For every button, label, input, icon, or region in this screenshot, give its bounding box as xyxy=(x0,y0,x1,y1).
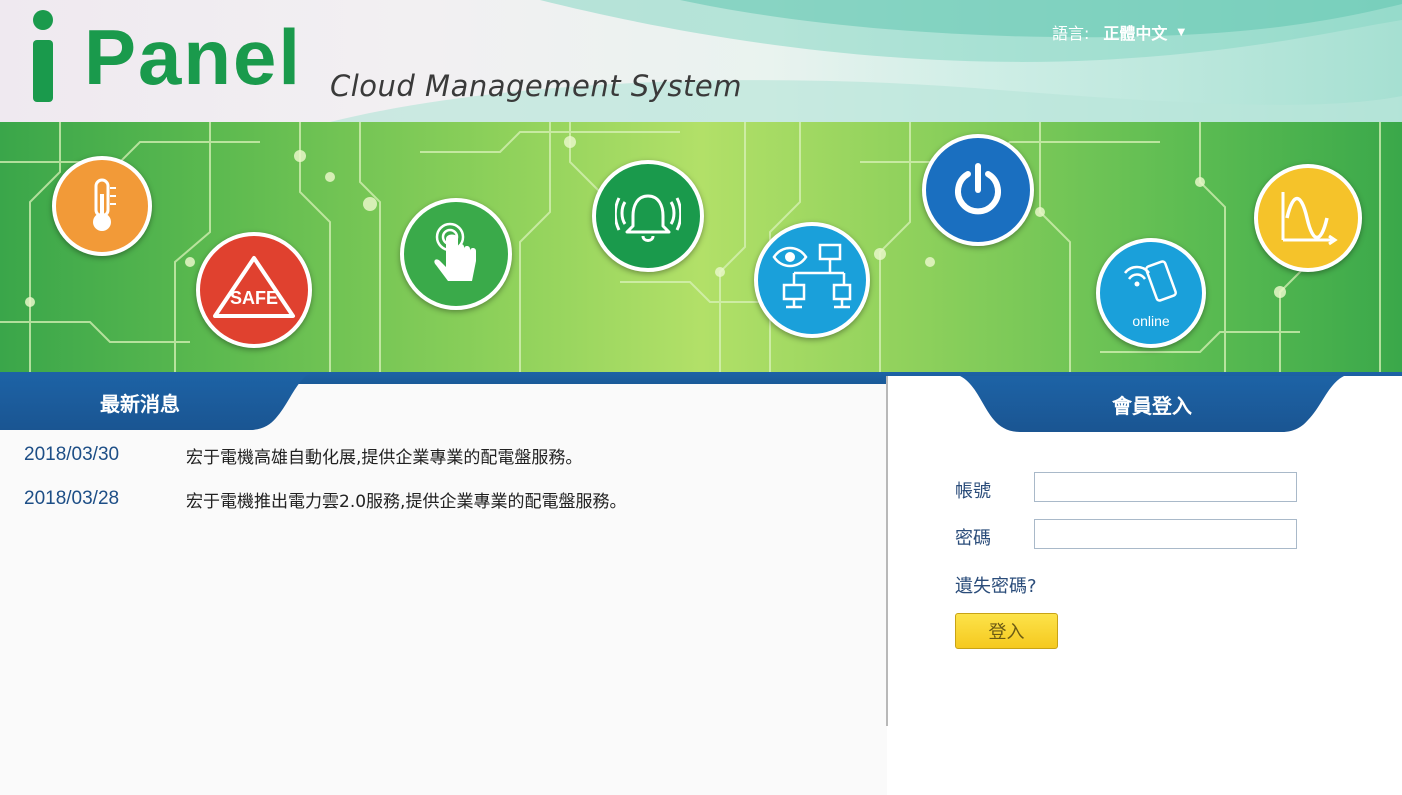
circuit-lines-decoration xyxy=(0,122,1381,372)
language-label: 語言: xyxy=(1052,24,1090,43)
password-label: 密碼 xyxy=(955,528,991,549)
hero-banner: SAFE online xyxy=(0,122,1402,372)
language-selector[interactable]: 語言: 正體中文 ▼ xyxy=(1052,20,1185,44)
thermometer-icon xyxy=(52,156,152,256)
news-date: 2018/03/30 xyxy=(24,444,120,465)
news-link[interactable]: 宏于電機推出電力雲2.0服務,提供企業專業的配電盤服務。 xyxy=(186,487,626,512)
news-title: 最新消息 xyxy=(100,392,180,416)
chevron-down-icon[interactable]: ▼ xyxy=(1177,27,1185,38)
forgot-password-link[interactable]: 遺失密碼? xyxy=(955,572,1037,598)
header: Panel Cloud Management System 語言: 正體中文 ▼ xyxy=(0,0,1402,122)
news-link[interactable]: 宏于電機高雄自動化展,提供企業專業的配電盤服務。 xyxy=(186,443,582,468)
account-label: 帳號 xyxy=(955,481,991,502)
logo-i-mark xyxy=(28,8,58,104)
touch-hand-icon xyxy=(400,198,512,310)
logo-panel-text: Panel xyxy=(84,13,303,101)
password-input[interactable] xyxy=(1034,519,1297,549)
network-monitor-icon xyxy=(754,222,870,338)
safe-icon-label: SAFE xyxy=(229,287,278,308)
online-icon-label: online xyxy=(1132,313,1170,329)
login-title: 會員登入 xyxy=(1112,394,1192,418)
online-phone-icon: online xyxy=(1096,238,1206,348)
login-button[interactable]: 登入 xyxy=(955,613,1058,649)
panel-divider xyxy=(886,376,888,726)
safe-icon: SAFE xyxy=(196,232,312,348)
news-date: 2018/03/28 xyxy=(24,488,120,509)
language-value[interactable]: 正體中文 xyxy=(1103,20,1167,44)
account-input[interactable] xyxy=(1034,472,1297,502)
power-icon xyxy=(922,134,1034,246)
logo-subtitle: Cloud Management System xyxy=(330,69,742,103)
alarm-bell-icon xyxy=(592,160,704,272)
waveform-chart-icon xyxy=(1254,164,1362,272)
